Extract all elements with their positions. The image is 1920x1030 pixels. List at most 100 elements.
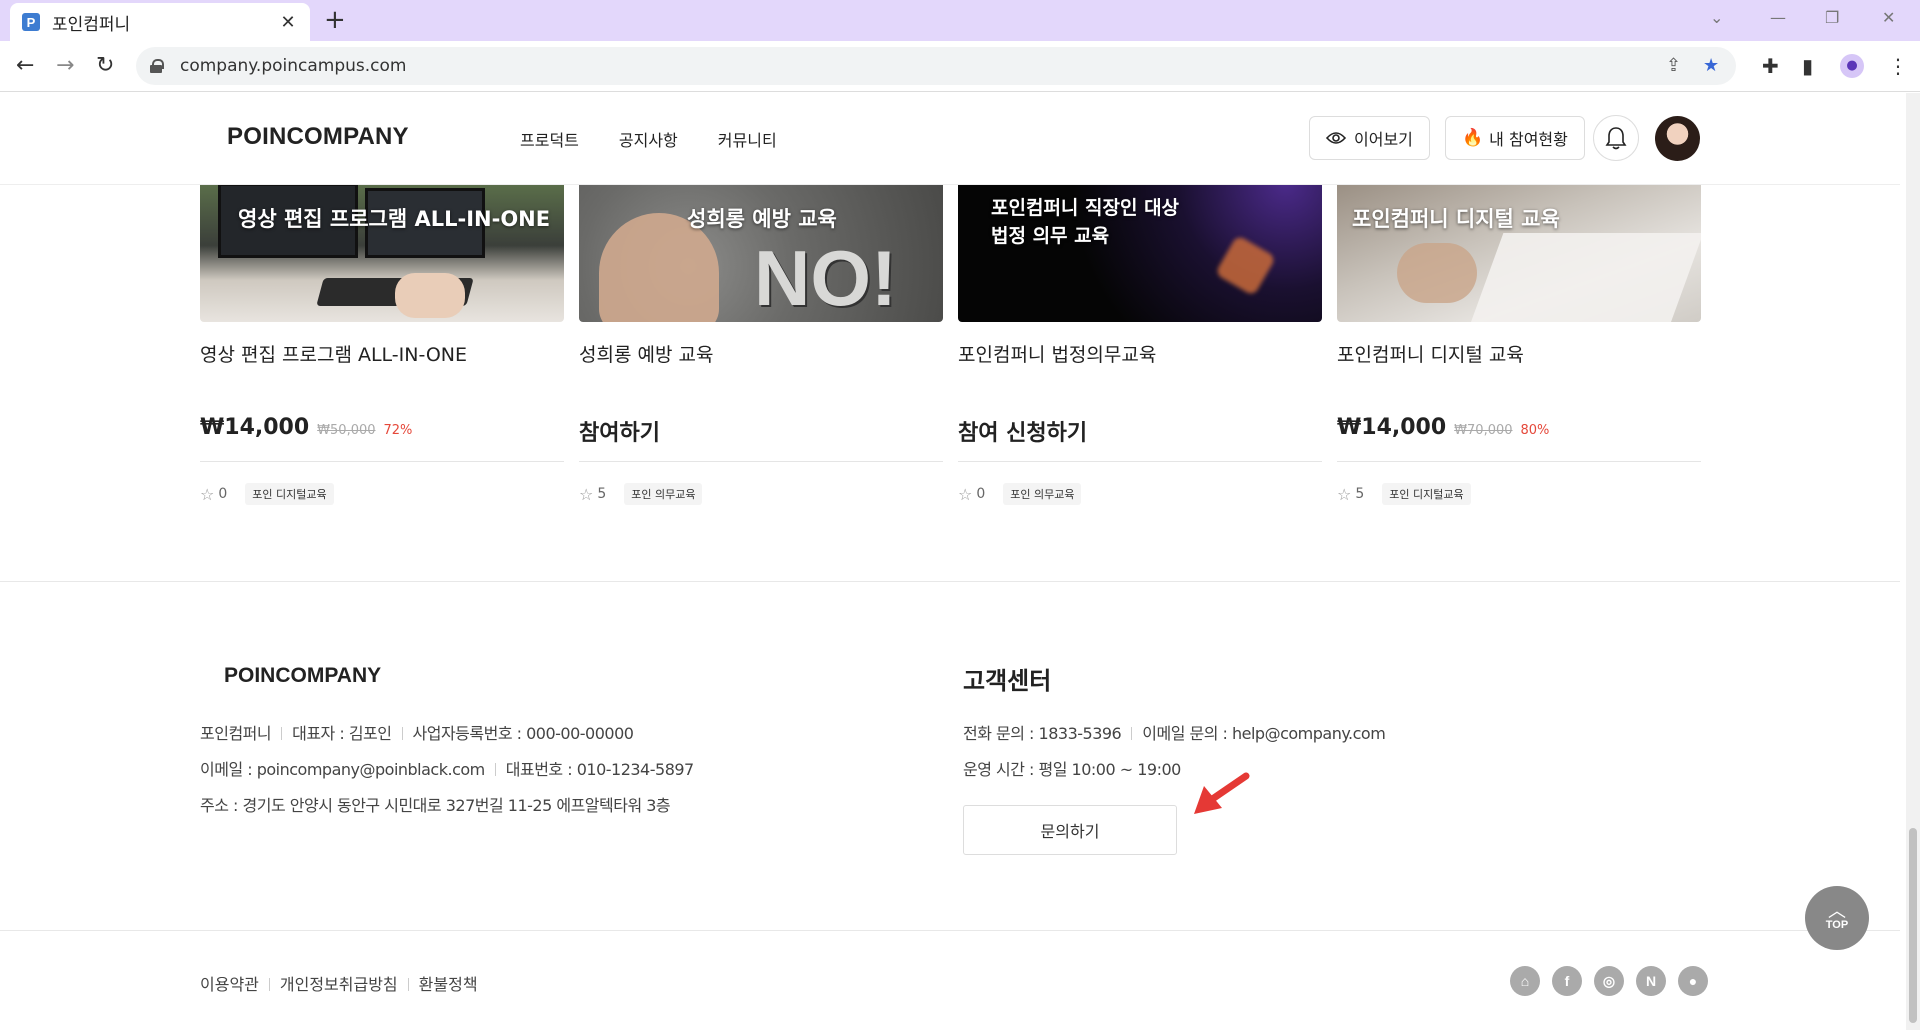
thumbnail-text-line2: 법정 의무 교육 [991,225,1110,247]
course-title[interactable]: 포인컴퍼니 법정의무교육 [958,340,1156,367]
reload-icon[interactable]: ↻ [96,53,114,79]
course-thumbnail[interactable]: 포인컴퍼니 직장인 대상 법정 의무 교육 [958,183,1322,322]
extensions-icon[interactable]: ✚ [1762,53,1779,79]
course-title[interactable]: 영상 편집 프로그램 ALL-IN-ONE [200,340,467,367]
url-text: company.poincampus.com [180,56,407,76]
terms-link[interactable]: 이용약관 [200,975,259,994]
ceo-name: 대표자 : 김포인 [292,724,392,743]
chevron-up-icon: ︿ [1828,901,1846,922]
bell-icon [1605,127,1627,150]
scroll-top-button[interactable]: ︿ TOP [1805,886,1869,950]
thumbnail-text: 성희롱 예방 교육 [687,207,837,231]
annotation-arrow-icon [1194,772,1250,814]
course-card[interactable]: 영상 편집 프로그램 ALL-IN-ONE 영상 편집 프로그램 ALL-IN-… [200,183,564,505]
company-address: 주소 : 경기도 안양시 동안구 시민대로 327번길 11-25 에프알텍타워… [200,796,671,815]
close-window-icon[interactable]: ✕ [1882,6,1895,30]
star-icon: ☆ [958,484,973,504]
thumbnail-text: 영상 편집 프로그램 ALL-IN-ONE [238,207,551,231]
company-info-line1: 포인컴퍼니 대표자 : 김포인 사업자등록번호 : 000-00-00000 [200,720,634,744]
forward-icon[interactable]: → [56,53,74,79]
company-phone: 대표번호 : 010-1234-5897 [505,760,694,779]
bookmark-star-icon[interactable]: ★ [1703,55,1719,76]
company-info-line2: 이메일 : poincompany@poinblack.com 대표번호 : 01… [200,756,694,780]
lock-icon [150,59,164,73]
restore-icon[interactable]: ❐ [1825,6,1839,30]
divider [958,461,1322,462]
tab-search-icon[interactable]: ⌄ [1710,6,1723,30]
rating-count: 0 [976,486,986,502]
address-bar[interactable]: company.poincampus.com ⇪ ★ [136,47,1736,85]
favicon-icon: P [22,13,40,31]
close-tab-icon[interactable]: ✕ [278,12,298,33]
share-icon[interactable]: ⇪ [1666,55,1681,76]
continue-button[interactable]: 이어보기 [1309,116,1430,160]
customer-center-title: 고객센터 [963,667,1052,695]
course-meta: ☆ 5 포인 디지털교육 [1337,483,1471,505]
course-card[interactable]: NO! 성희롱 예방 교육 성희롱 예방 교육 참여하기 ☆ 5 포인 의무교육 [579,183,943,505]
course-meta: ☆ 0 포인 의무교육 [958,483,1082,505]
instagram-icon[interactable]: ◎ [1594,966,1624,996]
nav-item-community[interactable]: 커뮤니티 [718,127,777,151]
footer-logo: POINCOMPANY [224,664,382,687]
section-divider [0,581,1900,582]
course-card[interactable]: 포인컴퍼니 직장인 대상 법정 의무 교육 포인컴퍼니 법정의무교육 참여 신청… [958,183,1322,505]
nav-item-notice[interactable]: 공지사항 [619,127,678,151]
page-scrollbar[interactable] [1906,93,1920,1030]
course-title[interactable]: 성희롱 예방 교육 [579,340,713,367]
scrollbar-thumb[interactable] [1909,828,1917,1023]
cs-email: 이메일 문의 : help@company.com [1142,724,1386,743]
rating-count: 0 [218,486,228,502]
side-panel-icon[interactable]: ▮ [1802,53,1813,79]
inquiry-button[interactable]: 문의하기 [963,805,1177,855]
nav-item-product[interactable]: 프로덕트 [520,127,579,151]
my-status-button[interactable]: 🔥 내 참여현황 [1445,116,1585,160]
category-tag: 포인 의무교육 [624,483,703,505]
my-status-label: 내 참여현황 [1489,130,1568,149]
footer-divider [0,930,1900,931]
site-header: POINCOMPANY 프로덕트 공지사항 커뮤니티 이어보기 🔥 내 참여현황 [0,93,1900,185]
continue-label: 이어보기 [1354,130,1413,149]
course-thumbnail[interactable]: 포인컴퍼니 디지털 교육 [1337,183,1701,322]
policy-links: 이용약관 개인정보취급방침 환불정책 [200,971,478,995]
course-thumbnail[interactable]: NO! 성희롱 예방 교육 [579,183,943,322]
course-price: ₩14,000 ₩50,000 72% [200,415,412,440]
browser-tab-strip: P 포인컴퍼니 ✕ + ⌄ — ❐ ✕ [0,0,1920,41]
home-icon[interactable]: ⌂ [1510,966,1540,996]
notification-button[interactable] [1593,115,1639,161]
new-tab-icon[interactable]: + [324,6,346,34]
cta-label: 참여 신청하기 [958,421,1088,446]
thumbnail-text-line1: 포인컴퍼니 직장인 대상 [991,197,1180,219]
course-meta: ☆ 5 포인 의무교육 [579,483,703,505]
star-icon: ☆ [200,484,215,504]
discount-rate: 72% [383,423,413,438]
course-meta: ☆ 0 포인 디지털교육 [200,483,334,505]
kakao-icon[interactable]: ● [1678,966,1708,996]
browser-toolbar: ← → ↻ company.poincampus.com ⇪ ★ ✚ ▮ ● ⋮ [0,41,1920,92]
privacy-link[interactable]: 개인정보취급방침 [280,975,398,994]
minimize-icon[interactable]: — [1770,6,1786,30]
back-icon[interactable]: ← [16,53,34,79]
rating-count: 5 [597,486,607,502]
course-thumbnail[interactable]: 영상 편집 프로그램 ALL-IN-ONE [200,183,564,322]
divider [579,461,943,462]
site-logo[interactable]: POINCOMPANY [227,123,409,151]
user-avatar[interactable] [1655,116,1700,161]
course-cta: 참여하기 [579,415,660,447]
business-number: 사업자등록번호 : 000-00-00000 [412,724,634,743]
course-title[interactable]: 포인컴퍼니 디지털 교육 [1337,340,1524,367]
refund-link[interactable]: 환불정책 [419,975,478,994]
sale-price: ₩14,000 [1337,415,1447,440]
divider [1337,461,1701,462]
cs-phone: 전화 문의 : 1833-5396 [963,724,1122,743]
tab-title: 포인컴퍼니 [52,14,131,35]
browser-tab[interactable]: P 포인컴퍼니 ✕ [10,3,310,41]
cs-contact-line: 전화 문의 : 1833-5396 이메일 문의 : help@company.c… [963,720,1386,744]
facebook-icon[interactable]: f [1552,966,1582,996]
profile-icon[interactable]: ● [1840,54,1864,78]
naver-icon[interactable]: N [1636,966,1666,996]
company-email: 이메일 : poincompany@poinblack.com [200,760,485,779]
course-card[interactable]: 포인컴퍼니 디지털 교육 포인컴퍼니 디지털 교육 ₩14,000 ₩70,00… [1337,183,1701,505]
category-tag: 포인 디지털교육 [1382,483,1471,505]
menu-icon[interactable]: ⋮ [1888,53,1908,79]
company-name: 포인컴퍼니 [200,724,272,743]
